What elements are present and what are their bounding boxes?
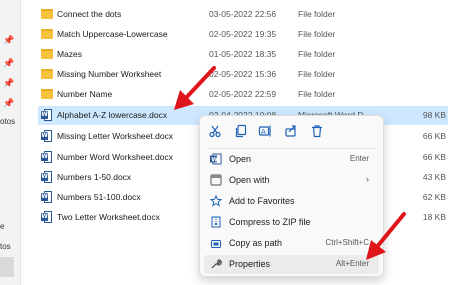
context-menu-toolbar: A <box>200 116 383 146</box>
file-size: 66 KB <box>422 131 446 141</box>
file-name: Numbers 51-100.docx <box>57 192 141 202</box>
file-name: Missing Number Worksheet <box>57 69 162 79</box>
file-type: File folder <box>298 9 336 19</box>
file-name: Number Word Worksheet.docx <box>57 152 173 162</box>
sidebar-item-label[interactable]: tos <box>0 242 11 251</box>
word-icon: W <box>41 151 52 163</box>
file-name: Number Name <box>57 89 113 99</box>
open-with-icon <box>210 174 222 186</box>
menu-item-label: Copy as path <box>229 238 283 248</box>
wrench-icon <box>210 258 222 270</box>
star-icon <box>209 194 223 207</box>
file-type: File folder <box>298 69 336 79</box>
menu-item-add-to-favorites[interactable]: Add to Favorites <box>204 192 379 211</box>
share-icon[interactable] <box>284 124 298 138</box>
menu-item-properties[interactable]: Properties Alt+Enter <box>204 255 379 274</box>
menu-item-label: Properties <box>229 259 271 269</box>
folder-icon <box>41 69 53 79</box>
file-size: 18 KB <box>422 212 446 222</box>
menu-item-label: Open <box>229 154 252 164</box>
folder-icon <box>41 89 53 99</box>
pin-icon[interactable]: 📌 <box>3 34 14 46</box>
menu-separator <box>208 148 375 149</box>
word-icon: W <box>41 191 52 203</box>
word-icon: W <box>41 130 52 142</box>
cut-icon[interactable] <box>208 124 222 138</box>
folder-icon <box>41 9 53 19</box>
annotation-arrow <box>174 66 216 110</box>
file-date: 02-05-2022 19:35 <box>209 29 277 39</box>
menu-item-open[interactable]: W Open Enter <box>204 150 379 169</box>
folder-icon <box>41 29 53 39</box>
file-row[interactable]: Number Name 02-05-2022 22:59 File folder <box>38 85 448 104</box>
menu-item-open-with[interactable]: Open with › <box>204 171 379 190</box>
navigation-pane: 📌 📌 📌 📌 otos e tos <box>0 0 21 285</box>
file-size: 66 KB <box>422 152 446 162</box>
file-name: Mazes <box>57 49 83 59</box>
chevron-right-icon: › <box>366 174 369 184</box>
copy-path-icon <box>210 237 222 249</box>
file-size: 98 KB <box>422 110 446 120</box>
zip-icon <box>210 216 222 228</box>
file-date: 01-05-2022 18:35 <box>209 49 277 59</box>
file-size: 62 KB <box>422 192 446 202</box>
word-icon: W <box>210 153 222 165</box>
menu-item-label: Compress to ZIP file <box>229 217 311 227</box>
file-row[interactable]: Missing Number Worksheet 02-05-2022 15:3… <box>38 65 448 84</box>
file-row[interactable]: Mazes 01-05-2022 18:35 File folder <box>38 45 448 64</box>
file-name: Two Letter Worksheet.docx <box>57 212 160 222</box>
file-row[interactable]: Match Uppercase-Lowercase 02-05-2022 19:… <box>38 25 448 44</box>
word-icon: W <box>41 171 52 183</box>
file-row[interactable]: Connect the dots 03-05-2022 22:56 File f… <box>38 5 448 24</box>
sidebar-item-label[interactable]: otos <box>0 117 15 126</box>
pin-icon[interactable]: 📌 <box>3 97 14 109</box>
file-type: File folder <box>298 29 336 39</box>
word-icon: W <box>41 211 52 223</box>
file-type: File folder <box>298 49 336 59</box>
sidebar-selected-item[interactable] <box>0 257 14 277</box>
menu-item-shortcut: Enter <box>349 154 369 163</box>
word-icon: W <box>41 109 52 121</box>
copy-icon[interactable] <box>234 124 248 138</box>
menu-item-copy-as-path[interactable]: Copy as path Ctrl+Shift+C <box>204 234 379 253</box>
file-date: 03-05-2022 22:56 <box>209 9 277 19</box>
context-menu: A W Open Enter Open with › Add to Favori… <box>199 115 384 277</box>
menu-item-label: Add to Favorites <box>229 196 295 206</box>
file-name: Alphabet A-Z lowercase.docx <box>57 110 168 120</box>
delete-icon[interactable] <box>310 124 324 138</box>
file-name: Numbers 1-50.docx <box>57 172 132 182</box>
file-name: Match Uppercase-Lowercase <box>57 29 168 39</box>
file-size: 43 KB <box>422 172 446 182</box>
pin-icon[interactable]: 📌 <box>3 77 14 89</box>
pin-icon[interactable]: 📌 <box>3 57 14 69</box>
menu-item-label: Open with <box>229 175 270 185</box>
folder-icon <box>41 49 53 59</box>
file-name: Connect the dots <box>57 9 122 19</box>
file-type: File folder <box>298 89 336 99</box>
rename-icon[interactable]: A <box>258 124 272 138</box>
file-name: Missing Letter Worksheet.docx <box>57 131 174 141</box>
svg-text:A: A <box>261 128 266 136</box>
svg-text:W: W <box>211 156 218 163</box>
sidebar-item-label[interactable]: e <box>0 222 4 231</box>
annotation-arrow <box>366 212 406 260</box>
menu-item-compress-zip[interactable]: Compress to ZIP file <box>204 213 379 232</box>
